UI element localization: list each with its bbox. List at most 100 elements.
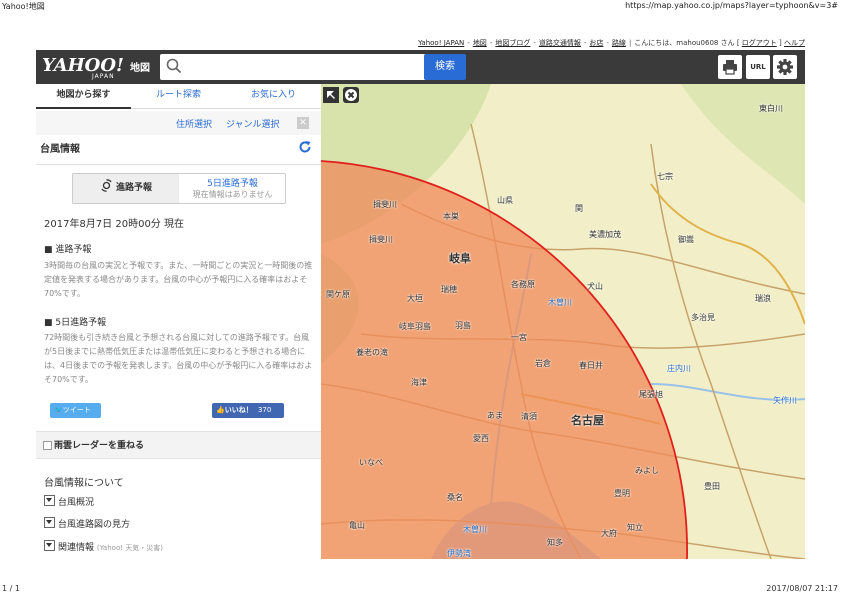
about-item-label: 関連情報 — [58, 543, 95, 553]
map-label: 庄内川 — [667, 364, 691, 373]
tab-route-search[interactable]: ルート探索 — [131, 84, 226, 107]
about-item-related[interactable]: 関連情報 (Yahoo! 天気・災害) — [44, 539, 321, 559]
map-label: 関 — [575, 204, 583, 213]
link-map-blog[interactable]: 地図ブログ — [495, 39, 530, 47]
radar-checkbox[interactable] — [43, 441, 52, 450]
expand-icon — [44, 495, 55, 506]
map-label: いなべ — [359, 458, 383, 467]
like-count: 370 — [257, 406, 272, 414]
collapse-sidebar-button[interactable] — [323, 87, 339, 103]
map-label: 春日井 — [579, 361, 603, 370]
like-button[interactable]: 👍いいね！ 370 — [212, 403, 284, 418]
about-item-sub: (Yahoo! 天気・災害) — [96, 544, 163, 552]
header-bar: YAHOO! JAPAN 地図 ✕ 検索 URL — [36, 50, 805, 84]
greeting-bracket: ] — [779, 39, 782, 47]
search-button[interactable]: 検索 — [424, 54, 466, 80]
map-label: 本巣 — [443, 212, 459, 221]
forecast-datetime: 2017年8月7日 20時00分 現在 — [44, 219, 184, 230]
map-label: 岐阜羽島 — [399, 322, 431, 331]
five-day-text: 72時間後も引き続き台風と予想される台風に対しての進路予報です。台風が5日後まで… — [44, 333, 313, 384]
search-box: ✕ — [160, 54, 455, 80]
help-link[interactable]: ヘルプ — [784, 39, 805, 47]
map-label: 瑞浪 — [755, 294, 771, 303]
map-label: 豊明 — [614, 489, 630, 498]
map-canvas[interactable] — [321, 84, 805, 559]
about-item-overview[interactable]: 台風概況 — [44, 494, 321, 514]
about-item-howto[interactable]: 台風進路図の見方 — [44, 516, 321, 536]
url-button[interactable]: URL — [746, 55, 770, 79]
print-url: https://map.yahoo.co.jp/maps?layer=typho… — [625, 1, 838, 10]
link-map[interactable]: 地図 — [473, 39, 487, 47]
search-icon — [166, 58, 182, 74]
top-links: Yahoo! JAPAN - 地図 - 地図ブログ - 道路交通情報 - お店 - 路線 | こんにちは… — [418, 39, 805, 47]
close-layer-button[interactable] — [343, 87, 359, 103]
print-button[interactable] — [718, 55, 742, 79]
genre-select-link[interactable]: ジャンル選択 — [226, 117, 280, 130]
arrow-up-left-icon — [327, 91, 335, 99]
segment-track-label: 進路予報 — [115, 183, 152, 193]
sidebar-tabs: 地図から探す ルート探索 お気に入り — [36, 84, 321, 109]
logout-link[interactable]: ログアウト — [742, 39, 777, 47]
typhoon-icon — [101, 179, 112, 192]
divider — [36, 164, 321, 165]
logo-sub: JAPAN — [92, 73, 115, 80]
map-label: 羽島 — [455, 321, 471, 330]
about-item-label: 台風進路図の見方 — [58, 520, 131, 530]
track-forecast-text: 3時間毎の台風の実況と予報です。また、一時間ごとの実況と一時間後の推定値を発表す… — [44, 261, 313, 298]
search-input[interactable] — [188, 57, 422, 79]
map-label: 矢作川 — [773, 396, 797, 405]
track-forecast-heading: ■ 進路予報 — [44, 245, 92, 255]
tweet-button[interactable]: 🐦ツイート — [50, 403, 101, 418]
five-day-heading: ■ 5日進路予報 — [44, 318, 107, 328]
address-select-link[interactable]: 住所選択 — [176, 117, 212, 130]
map-label: 知立 — [627, 523, 643, 532]
map-label: 揖斐川 — [369, 235, 393, 244]
map-label: 各務原 — [511, 280, 535, 289]
segment-5day-forecast[interactable]: 5日進路予報 現在情報はありません — [180, 174, 285, 203]
link-yahoo-japan[interactable]: Yahoo! JAPAN — [418, 39, 464, 47]
logo-chizu: 地図 — [130, 63, 150, 74]
map-label: 亀山 — [349, 521, 365, 530]
segment-5day-label: 5日進路予報 — [207, 179, 258, 189]
print-title: Yahoo!地図 — [2, 2, 45, 11]
map-label: 多治見 — [691, 313, 715, 322]
tab-search-from-map[interactable]: 地図から探す — [36, 84, 131, 109]
map-label: 豊田 — [704, 482, 720, 491]
tweet-label: ツイート — [62, 406, 91, 414]
sidebar: 地図から探す ルート探索 お気に入り 住所選択 ジャンル選択 ✕ 台風情報 進路… — [36, 84, 322, 559]
section-title: 台風情報 — [40, 144, 80, 155]
map-label: 海津 — [411, 378, 427, 387]
close-icon[interactable]: ✕ — [297, 117, 309, 129]
map-view[interactable]: 東白川 七宗 揖斐川 本巣 山県 関 美濃加茂 御嵩 揖斐川 岐阜 各務原 犬山… — [321, 84, 805, 559]
refresh-icon[interactable] — [298, 140, 312, 154]
map-label: 伊勢湾 — [447, 549, 471, 558]
close-circle-icon — [345, 89, 357, 101]
map-label: 木曽川 — [548, 298, 572, 307]
tab-favorites[interactable]: お気に入り — [226, 84, 321, 107]
print-date: 2017/08/07 21:17 — [766, 584, 838, 593]
map-label: 桑名 — [447, 493, 463, 502]
map-label: 犬山 — [587, 282, 603, 291]
segment-5day-status: 現在情報はありません — [192, 190, 273, 199]
print-page-number: 1 / 1 — [2, 584, 20, 593]
about-title: 台風情報について — [44, 478, 124, 489]
map-label: 清須 — [521, 412, 537, 421]
yahoo-map-logo[interactable]: YAHOO! JAPAN 地図 — [40, 55, 156, 80]
map-label: 美濃加茂 — [589, 230, 621, 239]
map-label: 揖斐川 — [373, 200, 397, 209]
link-routes[interactable]: 路線 — [612, 39, 626, 47]
radar-label: 雨雲レーダーを重ねる — [54, 441, 145, 451]
like-label: いいね！ — [224, 406, 253, 414]
map-label: 大府 — [601, 529, 617, 538]
twitter-icon: 🐦 — [54, 406, 63, 414]
link-traffic[interactable]: 道路交通情報 — [539, 39, 581, 47]
rain-radar-toggle[interactable]: 雨雲レーダーを重ねる — [36, 431, 321, 459]
map-label: 養老の滝 — [356, 348, 388, 357]
settings-button[interactable] — [773, 55, 797, 79]
segment-track-forecast[interactable]: 進路予報 — [73, 174, 179, 203]
link-shops[interactable]: お店 — [589, 39, 603, 47]
map-label: 関ケ原 — [326, 290, 350, 299]
expand-icon — [44, 540, 55, 551]
map-label: あま — [487, 411, 503, 420]
map-label: 名古屋 — [571, 414, 604, 427]
